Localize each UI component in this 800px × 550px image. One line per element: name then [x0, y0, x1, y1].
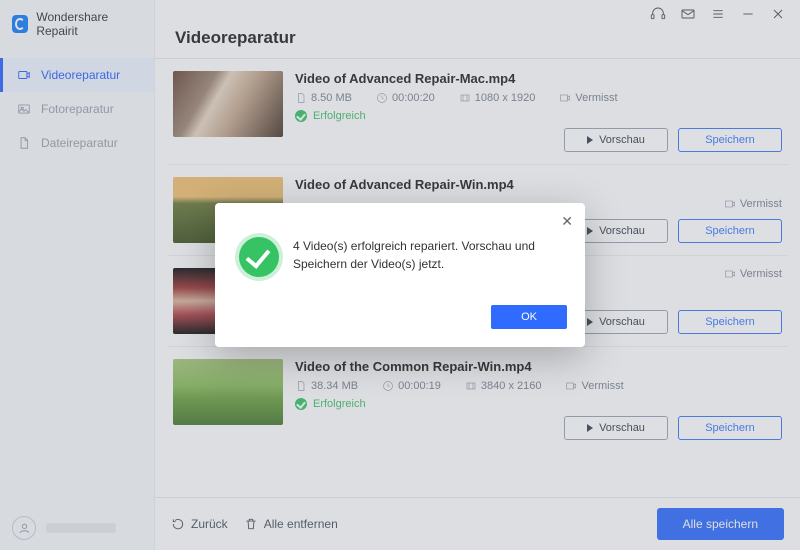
- success-check-icon: [239, 237, 279, 277]
- modal-close-icon[interactable]: ✕: [561, 213, 573, 230]
- modal-message: 4 Video(s) erfolgreich repariert. Vorsch…: [293, 237, 561, 273]
- modal-ok-button[interactable]: OK: [491, 305, 567, 329]
- modal-overlay: ✕ 4 Video(s) erfolgreich repariert. Vors…: [0, 0, 800, 550]
- success-modal: ✕ 4 Video(s) erfolgreich repariert. Vors…: [215, 203, 585, 347]
